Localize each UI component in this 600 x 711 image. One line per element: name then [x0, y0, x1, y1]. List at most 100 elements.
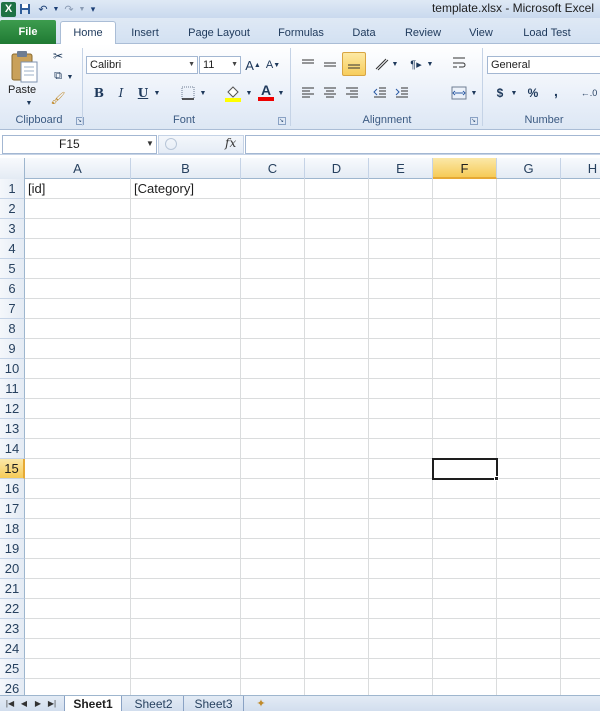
undo-dropdown-icon[interactable]: ▼: [52, 1, 60, 17]
italic-button[interactable]: I: [112, 84, 130, 102]
orientation-dropdown-icon[interactable]: ▼: [391, 60, 399, 68]
shrink-font-button[interactable]: A ▼: [264, 56, 282, 74]
prev-sheet-icon[interactable]: ◀: [18, 697, 30, 710]
percent-button[interactable]: %: [524, 84, 542, 102]
merge-center-icon[interactable]: [448, 82, 470, 104]
undo-icon[interactable]: ↶: [34, 1, 52, 17]
tab-page-layout[interactable]: Page Layout: [180, 22, 258, 44]
row-header[interactable]: 19: [0, 539, 25, 559]
cell-b1[interactable]: [Category]: [131, 179, 240, 199]
sheet-tab-sheet2[interactable]: Sheet2: [124, 696, 184, 711]
tab-view[interactable]: View: [460, 22, 502, 44]
underline-button[interactable]: U: [134, 84, 152, 102]
column-header-h[interactable]: H: [561, 158, 600, 179]
copy-icon[interactable]: ⧉: [50, 68, 66, 84]
currency-dropdown-icon[interactable]: ▼: [510, 88, 518, 98]
wrap-text-icon[interactable]: [448, 52, 470, 74]
row-header[interactable]: 17: [0, 499, 25, 519]
tab-formulas[interactable]: Formulas: [270, 22, 332, 44]
row-header[interactable]: 7: [0, 299, 25, 319]
formula-input[interactable]: [245, 135, 600, 154]
row-header[interactable]: 5: [0, 259, 25, 279]
font-color-icon[interactable]: A: [256, 82, 276, 102]
fill-color-dropdown-icon[interactable]: ▼: [244, 88, 254, 98]
decrease-indent-icon[interactable]: [370, 84, 390, 102]
column-header-b[interactable]: B: [131, 158, 241, 179]
align-left-icon[interactable]: [298, 84, 318, 102]
column-header-e[interactable]: E: [369, 158, 433, 179]
bottom-align-icon[interactable]: [342, 52, 366, 76]
row-header[interactable]: 13: [0, 419, 25, 439]
row-header[interactable]: 4: [0, 239, 25, 259]
insert-sheet-icon[interactable]: ✦: [250, 696, 272, 711]
font-color-dropdown-icon[interactable]: ▼: [276, 88, 286, 98]
borders-dropdown-icon[interactable]: ▼: [198, 88, 208, 98]
row-header[interactable]: 2: [0, 199, 25, 219]
row-header[interactable]: 8: [0, 319, 25, 339]
font-launcher-icon[interactable]: ↘: [278, 117, 286, 125]
row-header[interactable]: 23: [0, 619, 25, 639]
row-header[interactable]: 25: [0, 659, 25, 679]
row-header[interactable]: 11: [0, 379, 25, 399]
paragraph-direction-icon[interactable]: ¶▸: [406, 54, 426, 74]
number-format-combo[interactable]: General: [487, 56, 600, 74]
chevron-down-icon[interactable]: ▼: [188, 57, 195, 73]
bold-button[interactable]: B: [90, 84, 108, 102]
customize-qat-icon[interactable]: ▾: [86, 1, 100, 17]
sheet-tab-sheet3[interactable]: Sheet3: [184, 696, 244, 711]
row-header[interactable]: 18: [0, 519, 25, 539]
increase-indent-icon[interactable]: [392, 84, 412, 102]
row-header[interactable]: 20: [0, 559, 25, 579]
cell-area[interactable]: [id] [Category]: [25, 179, 600, 695]
redo-icon[interactable]: ↷: [60, 1, 78, 17]
orientation-icon[interactable]: [372, 54, 392, 74]
tab-insert[interactable]: Insert: [120, 22, 170, 44]
column-header-a[interactable]: A: [25, 158, 131, 179]
cut-icon[interactable]: ✂: [50, 48, 66, 64]
name-box[interactable]: F15: [2, 135, 157, 154]
row-header[interactable]: 14: [0, 439, 25, 459]
select-all-corner[interactable]: [0, 158, 25, 179]
format-painter-icon[interactable]: 🖌: [50, 90, 66, 106]
last-sheet-icon[interactable]: ▶|: [46, 697, 58, 710]
next-sheet-icon[interactable]: ▶: [32, 697, 44, 710]
copy-dropdown-icon[interactable]: ▼: [66, 72, 74, 82]
borders-icon[interactable]: [178, 84, 198, 102]
tab-data[interactable]: Data: [342, 22, 386, 44]
align-right-icon[interactable]: [342, 84, 362, 102]
row-header[interactable]: 9: [0, 339, 25, 359]
column-header-d[interactable]: D: [305, 158, 369, 179]
paste-dropdown-icon[interactable]: ▼: [24, 98, 34, 108]
increase-decimal-icon[interactable]: ←.0: [578, 84, 600, 102]
fill-handle[interactable]: [494, 476, 499, 481]
sheet-tab-sheet1[interactable]: Sheet1: [64, 696, 122, 711]
cell-a1[interactable]: [id]: [25, 179, 130, 199]
merge-dropdown-icon[interactable]: ▼: [470, 88, 478, 98]
font-size-combo[interactable]: 11 ▼: [199, 56, 241, 74]
excel-logo-icon[interactable]: X: [1, 1, 16, 17]
row-header[interactable]: 1: [0, 179, 25, 199]
column-header-f[interactable]: F: [433, 158, 497, 179]
top-align-icon[interactable]: [298, 54, 318, 74]
row-header[interactable]: 26: [0, 679, 25, 695]
underline-dropdown-icon[interactable]: ▼: [152, 88, 162, 98]
name-box-dropdown-icon[interactable]: ▼: [146, 139, 154, 148]
tab-review[interactable]: Review: [396, 22, 450, 44]
formula-grip-icon[interactable]: [165, 138, 177, 150]
row-header[interactable]: 10: [0, 359, 25, 379]
row-header[interactable]: 16: [0, 479, 25, 499]
redo-dropdown-icon[interactable]: ▼: [78, 1, 86, 17]
fill-color-icon[interactable]: [222, 82, 244, 104]
middle-align-icon[interactable]: [320, 54, 340, 74]
row-header[interactable]: 12: [0, 399, 25, 419]
save-icon[interactable]: [16, 1, 34, 17]
tab-home[interactable]: Home: [60, 21, 116, 44]
currency-button[interactable]: $: [492, 84, 508, 102]
alignment-launcher-icon[interactable]: ↘: [470, 117, 478, 125]
active-cell-f15[interactable]: [432, 458, 498, 480]
row-header[interactable]: 22: [0, 599, 25, 619]
row-header[interactable]: 3: [0, 219, 25, 239]
row-header[interactable]: 21: [0, 579, 25, 599]
row-header[interactable]: 24: [0, 639, 25, 659]
row-header[interactable]: 15: [0, 459, 25, 479]
